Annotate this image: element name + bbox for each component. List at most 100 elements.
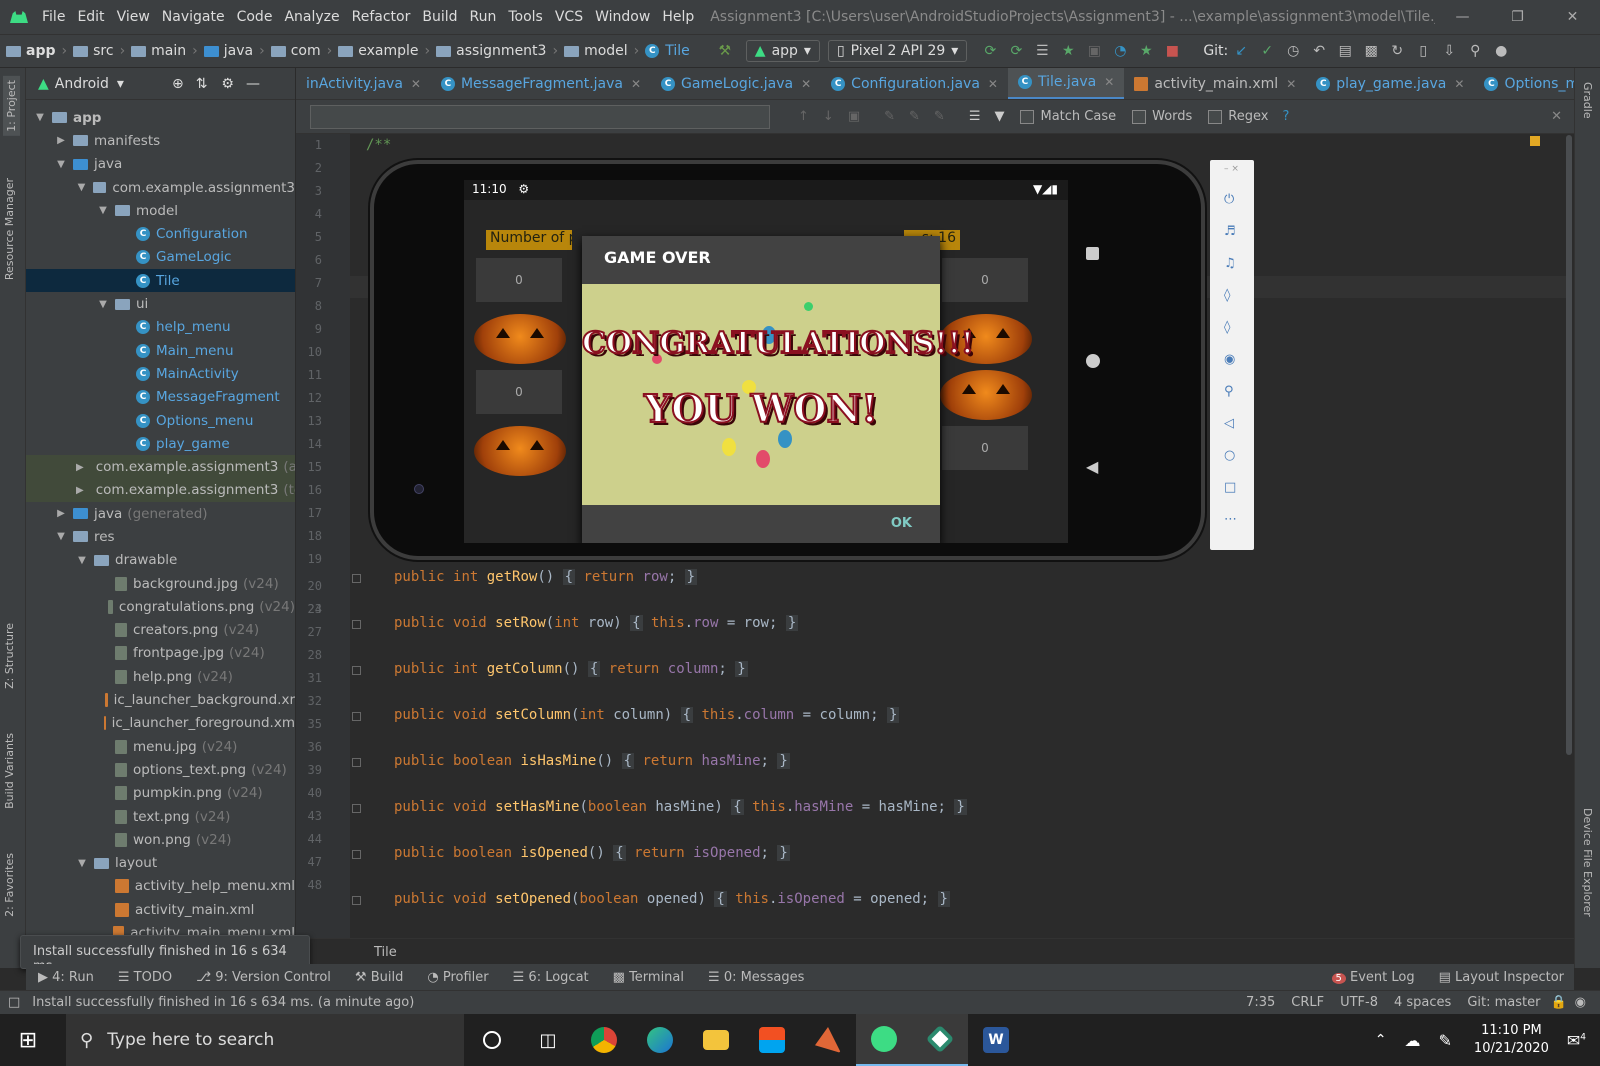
status-message[interactable]: Install successfully finished in 16 s 63…	[32, 995, 414, 1010]
code-line[interactable]: public void setRow(int row) { this.row =…	[394, 615, 799, 631]
lock-icon[interactable]: 🔒	[1550, 995, 1566, 1010]
expanded-arrow-icon[interactable]: ▼	[97, 299, 109, 310]
menu-help[interactable]: Help	[656, 9, 700, 25]
tree-item[interactable]: ▶ java (generated)	[26, 502, 295, 525]
fold-marker-icon[interactable]	[352, 712, 361, 721]
collapsed-arrow-icon[interactable]: ▶	[76, 485, 84, 496]
build-variants-tab[interactable]: Build Variants	[3, 733, 16, 809]
code-line[interactable]: public void setColumn(int column) { this…	[394, 707, 900, 723]
pen-icon[interactable]: ✎	[1439, 1031, 1452, 1050]
messages-tool-button[interactable]: ☰ 0: Messages	[708, 970, 804, 985]
project-structure-icon[interactable]: ▤	[1332, 43, 1358, 59]
code-line[interactable]: public void setHasMine(boolean hasMine) …	[394, 799, 967, 815]
regex-help-link[interactable]: ?	[1282, 109, 1289, 124]
pumpkin-tile-icon[interactable]	[474, 426, 566, 476]
project-view-select[interactable]: Android	[55, 76, 109, 92]
tree-item[interactable]: Cplay_game	[26, 432, 295, 455]
inspector-icon[interactable]: ◉	[1575, 995, 1586, 1010]
run-tasks-icon[interactable]: ☰	[1029, 43, 1055, 59]
project-tool-tab[interactable]: 1: Project	[3, 76, 20, 136]
minimize-icon[interactable]: —	[1435, 9, 1490, 25]
fold-marker-icon[interactable]	[352, 804, 361, 813]
overview-icon[interactable]: □	[1224, 480, 1236, 495]
tree-item[interactable]: ▼ com.example.assignment3	[26, 176, 295, 199]
editor-tab[interactable]: COptions_menu.java✕	[1474, 68, 1574, 99]
collapse-all-icon[interactable]: ⇅	[196, 76, 208, 92]
breadcrumb-assignment3[interactable]: assignment3	[436, 43, 546, 59]
fold-marker-icon[interactable]	[352, 574, 361, 583]
emulator-window-controls-icon[interactable]: – ×	[1224, 164, 1239, 174]
terminal-tool-button[interactable]: ▩ Terminal	[613, 970, 684, 985]
more-icon[interactable]: ⋯	[1224, 512, 1237, 527]
event-log-tool-button[interactable]: 5 Event Log	[1331, 970, 1415, 985]
git-update-icon[interactable]: ↙	[1228, 43, 1254, 59]
breadcrumb-main[interactable]: main	[131, 43, 186, 59]
tree-item[interactable]: ▼ res	[26, 525, 295, 548]
hide-panel-icon[interactable]: —	[246, 76, 260, 92]
tree-item[interactable]: background.jpg (v24)	[26, 572, 295, 595]
close-tab-icon[interactable]: ✕	[988, 77, 998, 91]
screenshot-camera-icon[interactable]: ◉	[1224, 352, 1235, 367]
inspection-indicator-icon[interactable]	[1530, 136, 1540, 146]
select-all-occurrences-icon[interactable]: ▣	[848, 109, 860, 124]
tree-item[interactable]: ▼ ui	[26, 292, 295, 315]
back-icon[interactable]: ◁	[1224, 416, 1234, 431]
close-tab-icon[interactable]: ✕	[411, 77, 421, 91]
tree-item[interactable]: C Tile	[26, 269, 295, 293]
tree-item[interactable]: ▼ model	[26, 199, 295, 222]
breadcrumb-java[interactable]: java	[203, 43, 253, 59]
menu-build[interactable]: Build	[416, 9, 463, 25]
layout-inspector-tool-button[interactable]: ▤ Layout Inspector	[1439, 970, 1564, 985]
menu-file[interactable]: File	[36, 9, 71, 25]
breadcrumb-example[interactable]: example	[338, 43, 419, 59]
attach-debugger-icon[interactable]: ★	[1133, 43, 1159, 59]
onedrive-icon[interactable]: ☁	[1405, 1031, 1421, 1050]
rollback-icon[interactable]: ↶	[1306, 43, 1332, 59]
pumpkin-tile-icon[interactable]	[474, 314, 566, 364]
menu-analyze[interactable]: Analyze	[278, 9, 345, 25]
status-toggle-icon[interactable]: □	[8, 995, 20, 1010]
close-tab-icon[interactable]: ✕	[1454, 77, 1464, 91]
settings-gear-icon[interactable]: ⚙	[221, 76, 234, 92]
tree-item[interactable]: won.png (v24)	[26, 828, 295, 851]
taskbar-search-box[interactable]: ⚲ Type here to search	[66, 1014, 464, 1066]
expanded-arrow-icon[interactable]: ▼	[76, 182, 87, 193]
regex-checkbox[interactable]	[1208, 109, 1223, 124]
editor-scrollbar[interactable]	[1566, 135, 1572, 755]
fold-marker-icon[interactable]	[352, 896, 361, 905]
next-occurrence-icon[interactable]: ↓	[823, 109, 834, 124]
tree-item[interactable]: menu.jpg (v24)	[26, 735, 295, 758]
breadcrumb-com[interactable]: com	[270, 43, 321, 59]
store-icon[interactable]	[744, 1014, 800, 1066]
search-everywhere-icon[interactable]: ⚲	[1462, 43, 1488, 59]
game-tile[interactable]: 0	[942, 426, 1028, 470]
resource-manager-tab[interactable]: Resource Manager	[3, 178, 16, 280]
breadcrumb-src[interactable]: src	[73, 43, 114, 59]
account-icon[interactable]: ●	[1488, 43, 1514, 59]
tree-item[interactable]: ▼ layout	[26, 852, 295, 875]
expanded-arrow-icon[interactable]: ▼	[55, 159, 67, 170]
game-tile[interactable]: 0	[942, 258, 1028, 302]
android-studio-taskbar-icon[interactable]	[856, 1014, 912, 1066]
expanded-arrow-icon[interactable]: ▼	[34, 112, 46, 123]
tree-item[interactable]: ▶ com.example.assignment3 (ar	[26, 455, 295, 479]
tree-item[interactable]: ▼ drawable	[26, 549, 295, 572]
editor-tab[interactable]: C GameLogic.java ✕	[651, 68, 821, 99]
code-line[interactable]: public int getRow() { return row; }	[394, 569, 698, 585]
pumpkin-tile-icon[interactable]	[940, 370, 1032, 420]
expanded-arrow-icon[interactable]: ▼	[76, 555, 88, 566]
tree-item[interactable]: text.png (v24)	[26, 805, 295, 828]
tree-item[interactable]: ▶ manifests	[26, 129, 295, 152]
previous-occurrence-icon[interactable]: ↑	[798, 109, 809, 124]
tree-item[interactable]: activity_help_menu.xml	[26, 875, 295, 898]
close-tab-icon[interactable]: ✕	[801, 77, 811, 91]
chevron-down-icon[interactable]: ▾	[117, 76, 124, 92]
tree-item[interactable]: ▼ app	[26, 106, 295, 129]
taskbar-clock[interactable]: 11:10 PM 10/21/2020	[1474, 1022, 1549, 1058]
fold-marker-icon[interactable]	[352, 758, 361, 767]
search-options-icon[interactable]: ☰	[969, 109, 981, 124]
menu-refactor[interactable]: Refactor	[346, 9, 417, 25]
dialog-ok-button[interactable]: OK	[891, 516, 912, 531]
gradle-tab[interactable]: Gradle	[1581, 82, 1594, 119]
game-tile[interactable]: 0	[476, 258, 562, 302]
